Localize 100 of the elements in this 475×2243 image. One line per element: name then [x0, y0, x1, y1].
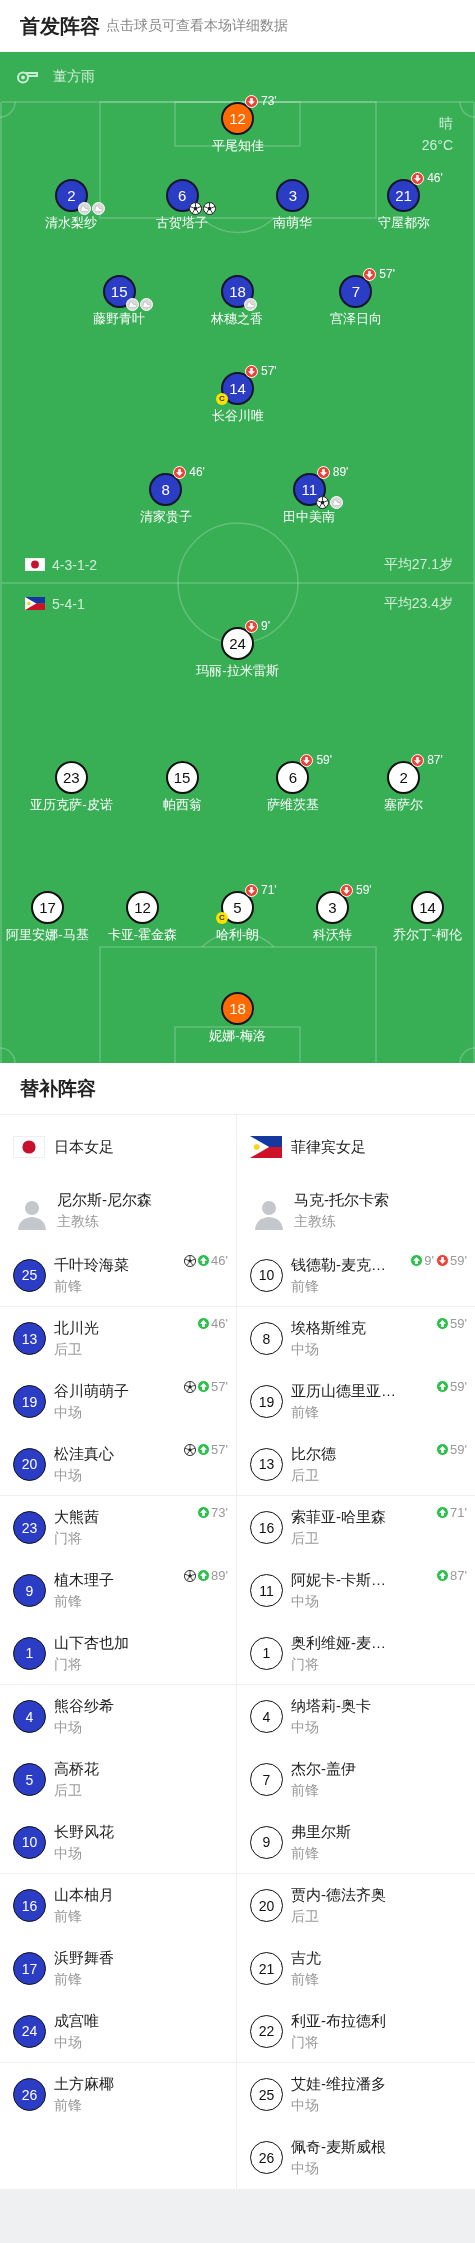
substitution-minute: 46'	[211, 1316, 228, 1331]
jersey-number: 22	[250, 2014, 283, 2048]
player-name[interactable]: 杰尔-盖伊	[291, 1760, 356, 1778]
boot-icon	[77, 202, 91, 215]
player-name[interactable]: 佩奇-麦斯威根	[291, 2138, 386, 2156]
player-name: 林穗之香	[211, 310, 264, 327]
player-marker[interactable]: 2	[54, 179, 88, 212]
player-position: 后卫	[54, 1340, 83, 1358]
player-name: 藤野青叶	[93, 310, 146, 327]
player-marker[interactable]: 15	[102, 275, 136, 308]
player-name[interactable]: 钱德勒-麦克…	[291, 1255, 386, 1274]
jersey-number: 20	[250, 1889, 283, 1922]
formation-text: 5-4-1	[52, 595, 85, 612]
jersey-number: 4	[13, 1700, 46, 1733]
player-name[interactable]: 奥利维娅-麦…	[291, 1633, 386, 1652]
jersey-number: 1	[13, 1636, 46, 1670]
player-marker[interactable]: 23	[54, 761, 88, 794]
player-name: 古贺塔子	[156, 214, 209, 231]
substitution-minute: 57'	[379, 268, 395, 281]
substitution-in-icon	[410, 1254, 424, 1267]
player-name[interactable]: 吉尤	[291, 1949, 321, 1967]
player-marker[interactable]: 2	[387, 761, 421, 794]
substitution-minute: 46'	[211, 1253, 228, 1268]
player-marker[interactable]: 14	[411, 891, 444, 924]
jersey-number: 26	[13, 2078, 46, 2111]
player-position: 中场	[54, 2032, 83, 2051]
player-name[interactable]: 高桥花	[54, 1760, 99, 1778]
player-marker[interactable]: 3	[276, 179, 310, 212]
player-name[interactable]: 比尔德	[291, 1444, 336, 1463]
player-name[interactable]: 埃格斯维克	[291, 1319, 366, 1337]
flag-icon	[25, 558, 45, 571]
player-marker[interactable]: 15	[165, 761, 199, 794]
player-name[interactable]: 利亚-布拉德利	[291, 2011, 386, 2030]
jersey-number: 11	[250, 1574, 283, 1607]
substitution-minute: 57'	[211, 1442, 228, 1457]
substitution-minute: 87'	[450, 1568, 467, 1583]
substitution-in-icon	[436, 1443, 450, 1456]
substitution-minute: 9'	[424, 1253, 435, 1268]
player-name[interactable]: 亚历山德里亚…	[291, 1382, 396, 1400]
player-name: 亚历克萨-皮诺	[30, 796, 113, 813]
player-name[interactable]: 山本柚月	[54, 1886, 114, 1904]
player-name[interactable]: 熊谷纱希	[54, 1697, 114, 1715]
player-name[interactable]: 土方麻椰	[54, 2075, 114, 2093]
jersey-number: 16	[13, 1889, 46, 1922]
player-name[interactable]: 松洼真心	[54, 1444, 114, 1463]
player-name[interactable]: 纳塔莉-奥卡	[291, 1697, 371, 1715]
player-marker[interactable]: 21	[387, 179, 421, 212]
player-name[interactable]: 艾娃-维拉潘多	[291, 2075, 386, 2093]
flag-icon	[25, 597, 45, 610]
player-name[interactable]: 谷川萌萌子	[54, 1382, 129, 1400]
substitution-off-icon	[316, 466, 330, 479]
player-position: 前锋	[54, 1592, 83, 1610]
player-marker[interactable]: 8	[149, 473, 183, 506]
player-name[interactable]: 长野风花	[54, 1822, 114, 1841]
substitution-off-icon	[363, 268, 377, 281]
football-icon	[184, 1254, 197, 1267]
jersey-number: 20	[13, 1447, 46, 1481]
coach-role: 主教练	[57, 1212, 100, 1230]
jersey-number: 24	[13, 2014, 46, 2048]
player-name: 萨维茨基	[266, 796, 319, 813]
player-name[interactable]: 阿妮卡-卡斯…	[291, 1571, 386, 1589]
jersey-number: 23	[13, 1511, 46, 1544]
player-marker[interactable]: 24	[221, 627, 254, 660]
player-marker[interactable]: 12	[126, 891, 159, 924]
player-marker[interactable]: 18	[221, 275, 254, 308]
player-marker[interactable]: 17	[31, 891, 64, 924]
player-position: 门将	[291, 2032, 320, 2051]
player-name[interactable]: 索菲亚-哈里森	[291, 1508, 386, 1526]
player-position: 后卫	[291, 1907, 320, 1925]
player-position: 前锋	[291, 1403, 320, 1421]
player-marker[interactable]: 6	[276, 761, 310, 794]
captain-badge: C	[216, 912, 228, 924]
player-position: 门将	[54, 1654, 83, 1673]
player-position: 前锋	[291, 1843, 320, 1862]
player-name[interactable]: 大熊茜	[54, 1508, 99, 1526]
substitution-in-icon	[197, 1254, 211, 1267]
substitution-off-icon	[245, 884, 258, 897]
formation-text: 4-3-1-2	[52, 556, 98, 573]
player-name[interactable]: 植木理子	[54, 1571, 114, 1589]
substitution-minute: 59'	[316, 754, 332, 767]
weather-text: 晴	[439, 114, 453, 132]
player-name[interactable]: 千叶玲海菜	[54, 1255, 129, 1274]
player-position: 前锋	[54, 1907, 83, 1925]
player-marker[interactable]: 7	[339, 275, 373, 308]
player-position: 后卫	[291, 1529, 320, 1547]
player-marker[interactable]: 6	[165, 179, 199, 212]
player-position: 后卫	[291, 1465, 320, 1484]
player-name[interactable]: 贾内-德法齐奥	[291, 1886, 386, 1904]
football-icon	[315, 496, 329, 509]
substitution-off-icon	[245, 95, 258, 108]
player-name[interactable]: 成宫唯	[54, 2011, 99, 2030]
substitution-off-icon	[411, 754, 425, 767]
player-name[interactable]: 浜野舞香	[54, 1949, 114, 1967]
coach-avatar	[17, 1198, 47, 1230]
referee-name: 董方雨	[53, 68, 95, 86]
player-name[interactable]: 山下杏也加	[54, 1633, 129, 1652]
player-marker[interactable]: 3	[316, 891, 349, 924]
player-name[interactable]: 北川光	[54, 1319, 99, 1337]
player-name[interactable]: 弗里尔斯	[291, 1822, 351, 1841]
football-icon	[202, 202, 216, 215]
